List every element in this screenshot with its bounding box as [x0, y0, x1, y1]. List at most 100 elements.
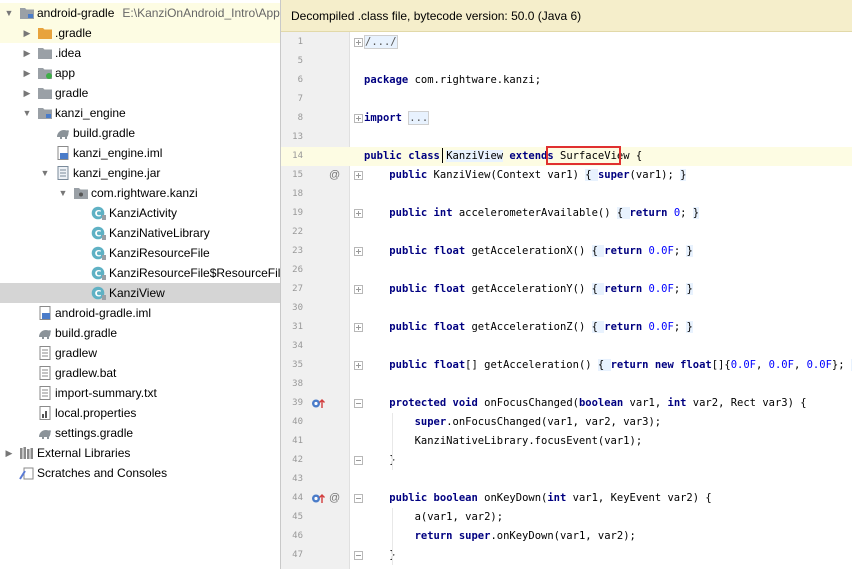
code-line[interactable]: public boolean onKeyDown(int var1, KeyEv… [364, 489, 711, 508]
code-token: { [591, 321, 605, 333]
code-token: accelerometerAvailable() [452, 207, 617, 219]
keyword-token: public float [389, 359, 466, 371]
code-line[interactable]: public float getAccelerationZ() { return… [364, 318, 693, 337]
expand-arrow-right-icon[interactable]: ▶ [21, 23, 33, 43]
tree-item[interactable]: ▼ com.rightware.kanzi [0, 183, 280, 203]
tree-item[interactable]: C KanziResourceFile [0, 243, 280, 263]
tree-item[interactable]: gradlew [0, 343, 280, 363]
tree-item[interactable]: ▶ .idea [0, 43, 280, 63]
tree-item[interactable]: ▼ kanzi_engine.jar [0, 163, 280, 183]
tree-item[interactable]: C KanziNativeLibrary [0, 223, 280, 243]
tree-item[interactable]: Scratches and Consoles [0, 463, 280, 483]
tree-item-text: android-gradle.iml [55, 303, 151, 323]
code-line[interactable]: } [364, 546, 395, 565]
annotation-icon[interactable]: @ [329, 489, 340, 508]
tree-item[interactable]: settings.gradle [0, 423, 280, 443]
line-number: 7 [297, 94, 303, 104]
fold-expand-icon[interactable] [354, 361, 363, 370]
code-line[interactable]: public KanziView(Context var1) { super(v… [364, 166, 687, 185]
tree-item[interactable]: C KanziResourceFile$ResourceFile [0, 263, 280, 283]
tree-item-label: KanziResourceFile [109, 246, 210, 260]
line-number: 26 [292, 265, 303, 275]
code-token: }; [831, 359, 851, 371]
override-method-icon[interactable] [311, 394, 327, 413]
tree-item[interactable]: gradlew.bat [0, 363, 280, 383]
code-token: } [680, 169, 687, 181]
override-method-icon[interactable] [311, 489, 327, 508]
tree-item[interactable]: ▼ kanzi_engine [0, 103, 280, 123]
svg-text:C: C [95, 250, 102, 260]
code-line[interactable]: public int accelerometerAvailable() { re… [364, 204, 700, 223]
tree-item[interactable]: ▼ android-gradle E:\KanziOnAndroid_Intro\A… [0, 3, 280, 23]
tree-item-text: KanziActivity [109, 203, 177, 223]
code-line[interactable]: } [364, 451, 395, 470]
collapsed-region[interactable]: ... [408, 111, 430, 125]
tree-item[interactable]: C KanziView [0, 283, 280, 303]
tree-item[interactable]: ▶ External Libraries [0, 443, 280, 463]
expand-arrow-down-icon[interactable]: ▼ [21, 103, 33, 123]
code-line[interactable]: public float getAccelerationX() { return… [364, 242, 693, 261]
expand-arrow-right-icon[interactable]: ▶ [21, 43, 33, 63]
tree-item[interactable]: ▶ app [0, 63, 280, 83]
code-line[interactable]: return super.onKeyDown(var1, var2); [364, 527, 636, 546]
fold-collapse-icon[interactable] [354, 456, 363, 465]
tree-item-text: KanziResourceFile [109, 243, 210, 263]
code-line[interactable]: /.../ [364, 33, 398, 52]
keyword-token: public int [389, 207, 453, 219]
module-folder-icon [19, 6, 35, 20]
tree-item[interactable]: android-gradle.iml [0, 303, 280, 323]
fold-expand-icon[interactable] [354, 285, 363, 294]
expand-arrow-right-icon[interactable]: ▶ [21, 83, 33, 103]
tree-item-text: External Libraries [37, 443, 130, 463]
code-token: [] getAcceleration() [465, 359, 598, 371]
code-line[interactable]: KanziNativeLibrary.focusEvent(var1); [364, 432, 643, 451]
fold-expand-icon[interactable] [354, 114, 363, 123]
fold-collapse-icon[interactable] [354, 399, 363, 408]
surfaceview-highlight-box [546, 146, 621, 165]
tree-item-text: build.gradle [73, 123, 135, 143]
expand-arrow-right-icon[interactable]: ▶ [21, 63, 33, 83]
expand-arrow-down-icon[interactable]: ▼ [3, 3, 15, 23]
scratches-icon [19, 466, 35, 480]
line-number: 39 [292, 398, 303, 408]
code-line[interactable]: import ... [364, 109, 430, 128]
folder-icon [37, 86, 53, 100]
tree-item[interactable]: build.gradle [0, 123, 280, 143]
svg-text:C: C [95, 230, 102, 240]
tree-item-text: local.properties [55, 403, 136, 423]
properties-icon [37, 406, 53, 420]
tree-item[interactable]: build.gradle [0, 323, 280, 343]
code-line[interactable]: super.onFocusChanged(var1, var2, var3); [364, 413, 662, 432]
tree-item[interactable]: import-summary.txt [0, 383, 280, 403]
fold-expand-icon[interactable] [354, 247, 363, 256]
fold-expand-icon[interactable] [354, 323, 363, 332]
line-number: 41 [292, 436, 303, 446]
fold-expand-icon[interactable] [354, 38, 363, 47]
code-line[interactable]: public float[] getAcceleration() { retur… [364, 356, 852, 375]
collapsed-region[interactable]: /.../ [364, 35, 398, 49]
tree-item[interactable]: kanzi_engine.iml [0, 143, 280, 163]
class-icon: C [91, 286, 107, 300]
annotation-icon[interactable]: @ [329, 166, 340, 185]
tree-item[interactable]: C KanziActivity [0, 203, 280, 223]
tree-item[interactable]: ▶ gradle [0, 83, 280, 103]
tree-item-label: gradle [55, 86, 89, 100]
expand-arrow-right-icon[interactable]: ▶ [3, 443, 15, 463]
code-line[interactable]: protected void onFocusChanged(boolean va… [364, 394, 806, 413]
tree-item-label: KanziNativeLibrary [109, 226, 210, 240]
code-line[interactable]: package com.rightware.kanzi; [364, 71, 541, 90]
expand-arrow-down-icon[interactable]: ▼ [57, 183, 69, 203]
expand-arrow-down-icon[interactable]: ▼ [39, 163, 51, 183]
tree-item[interactable]: local.properties [0, 403, 280, 423]
fold-expand-icon[interactable] [354, 171, 363, 180]
fold-collapse-icon[interactable] [354, 494, 363, 503]
fold-expand-icon[interactable] [354, 209, 363, 218]
code-line[interactable]: a(var1, var2); [364, 508, 504, 527]
code-line[interactable]: public float getAccelerationY() { return… [364, 280, 693, 299]
project-tree[interactable]: ▼ android-gradle E:\KanziOnAndroid_Intro\A… [0, 0, 280, 569]
tree-item[interactable]: ▶ .gradle [0, 23, 280, 43]
number-token: 0.0F [648, 321, 674, 333]
fold-collapse-icon[interactable] [354, 551, 363, 560]
code-token: .onFocusChanged(var1, var2, var3); [446, 416, 662, 428]
